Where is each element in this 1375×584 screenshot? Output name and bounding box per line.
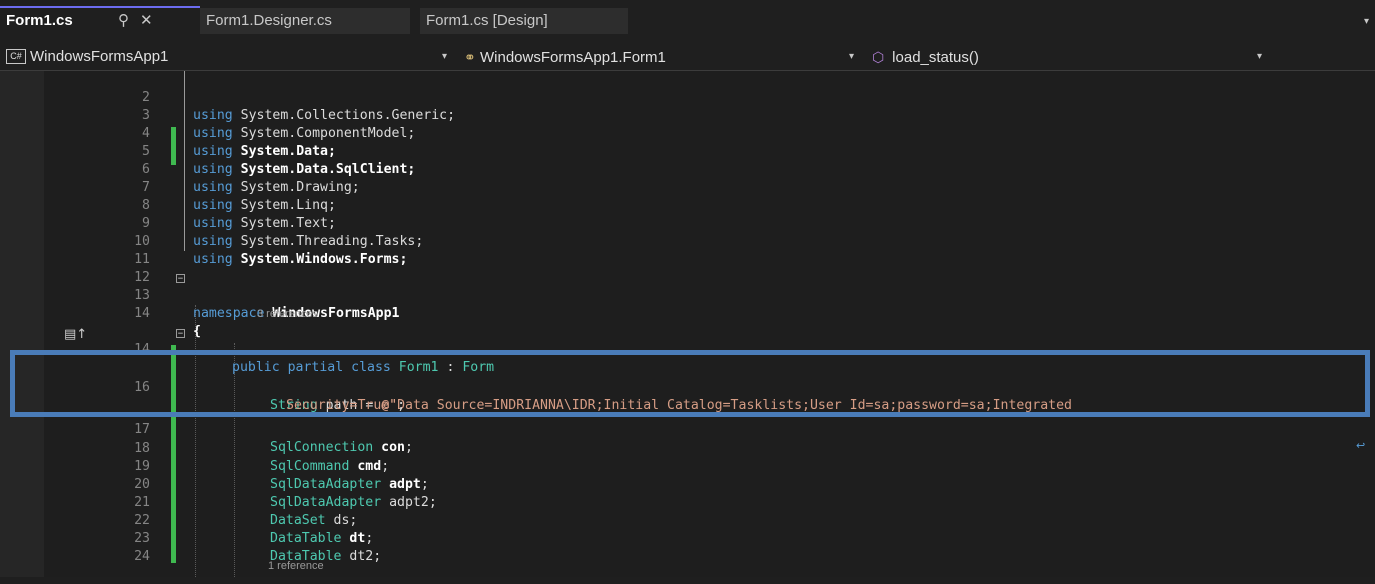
code-line: 11 xyxy=(0,233,1375,267)
code-line: 19 SqlDataAdapter adpt; xyxy=(0,440,1375,492)
chevron-down-icon: ▾ xyxy=(1257,51,1263,62)
document-tab-bar: Form1.cs ⚲ ✕ Form1.Designer.cs Form1.cs … xyxy=(0,0,1375,34)
code-line: 2 using System.Collections.Generic; xyxy=(0,71,1375,123)
code-line: 22 DataTable dt; xyxy=(0,494,1375,546)
line-number: 24 xyxy=(134,549,150,564)
method-icon: ⬡ xyxy=(872,49,885,65)
project-dropdown[interactable]: C# WindowsFormsApp1 ▾ xyxy=(6,44,454,70)
codelens-references[interactable]: 3 references xyxy=(257,308,318,320)
code-line: 8 using System.Text; xyxy=(0,179,1375,231)
code-line: 24 xyxy=(0,530,1375,564)
csharp-project-icon: C# xyxy=(6,48,26,64)
close-icon[interactable]: ✕ xyxy=(140,8,153,34)
member-name: load_status() xyxy=(892,49,979,66)
code-editor[interactable]: − − ▤↑ 2 using System.Collections.Generi… xyxy=(0,71,1375,577)
code-line: 4 using System.Data; xyxy=(0,107,1375,159)
tab-form1-cs[interactable]: Form1.cs ⚲ ✕ xyxy=(0,6,200,32)
tab-form1-design[interactable]: Form1.cs [Design] xyxy=(420,8,628,34)
line-number: 14 xyxy=(134,306,150,321)
tab-overflow-chevron-icon[interactable]: ▾ xyxy=(1364,16,1369,27)
code-line: 3 using System.ComponentModel; xyxy=(0,89,1375,141)
code-line: 7 using System.Linq; xyxy=(0,161,1375,213)
code-line: 23 DataTable dt2; xyxy=(0,512,1375,564)
class-form1-declaration-line: 14 public partial class Form1 : Form xyxy=(0,323,1375,375)
navigation-bar: C# WindowsFormsApp1 ▾ ⚭ WindowsFormsApp1.F… xyxy=(0,44,1375,71)
code-line: 13 namespace WindowsFormsApp1 xyxy=(0,269,1375,321)
code-line: 14 { xyxy=(0,287,1375,339)
code-line: 5 using System.Data.SqlClient; xyxy=(0,125,1375,177)
code-line: 12 xyxy=(0,251,1375,285)
code-line: 9 using System.Threading.Tasks; xyxy=(0,197,1375,249)
code-line: 21 DataSet ds; xyxy=(0,476,1375,528)
code-line: 10 using System.Windows.Forms; xyxy=(0,215,1375,267)
code-line: 18 SqlCommand cmd; xyxy=(0,422,1375,474)
tab-label: Form1.cs [Design] xyxy=(426,12,548,29)
chevron-down-icon: ▾ xyxy=(849,51,855,62)
code-line: 20 SqlDataAdapter adpt2; xyxy=(0,458,1375,510)
class-name: WindowsFormsApp1.Form1 xyxy=(480,49,666,66)
annotation-highlight-box xyxy=(10,350,1370,417)
tab-label: Form1.cs xyxy=(6,12,73,29)
tab-form1-designer-cs[interactable]: Form1.Designer.cs xyxy=(200,8,410,34)
pin-icon[interactable]: ⚲ xyxy=(118,8,129,34)
codelens-references[interactable]: 1 reference xyxy=(268,560,324,572)
tab-label: Form1.Designer.cs xyxy=(206,12,332,29)
class-dropdown[interactable]: ⚭ WindowsFormsApp1.Form1 ▾ xyxy=(464,44,862,70)
member-dropdown[interactable]: ⬡ load_status() ▾ xyxy=(872,44,1270,70)
class-icon: ⚭ xyxy=(464,49,476,65)
chevron-down-icon: ▾ xyxy=(442,51,448,62)
project-name: WindowsFormsApp1 xyxy=(30,48,169,65)
code-line: 6 using System.Drawing; xyxy=(0,143,1375,195)
